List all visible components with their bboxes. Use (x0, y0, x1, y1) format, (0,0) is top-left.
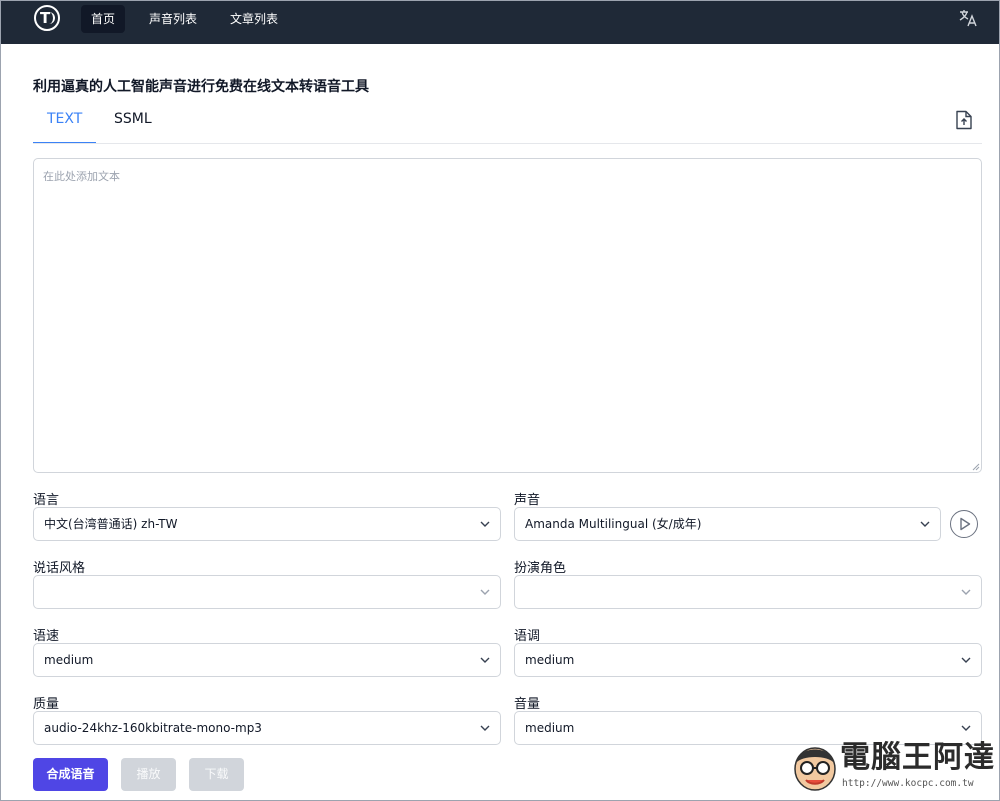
synthesize-button[interactable]: 合成语音 (33, 758, 108, 791)
rate-value: medium (44, 653, 94, 667)
chevron-down-icon (480, 725, 490, 731)
role-label: 扮演角色 (514, 561, 567, 576)
nav-article-list[interactable]: 文章列表 (220, 5, 288, 33)
pitch-label: 语调 (514, 629, 541, 644)
chevron-down-icon (480, 589, 490, 595)
watermark: 電腦王阿達 http://www.kocpc.com.tw (790, 737, 995, 797)
nav-home[interactable]: 首页 (81, 5, 126, 33)
chevron-down-icon (961, 657, 971, 663)
logo-wave (49, 12, 55, 24)
chevron-down-icon (480, 657, 490, 663)
rate-label: 语速 (33, 629, 60, 644)
style-label: 说话风格 (33, 561, 86, 576)
chevron-down-icon (961, 589, 971, 595)
page-title: 利用逼真的人工智能声音进行免费在线文本转语音工具 (33, 79, 369, 95)
volume-label: 音量 (514, 697, 541, 712)
rate-select[interactable]: medium (33, 643, 501, 677)
role-select[interactable] (514, 575, 982, 609)
quality-select[interactable]: audio-24khz-160kbitrate-mono-mp3 (33, 711, 501, 745)
voice-select[interactable]: Amanda Multilingual (女/成年) (514, 507, 941, 541)
top-navbar: T 首页 声音列表 文章列表 (1, 0, 999, 44)
volume-value: medium (525, 721, 575, 735)
tabs-divider (33, 143, 982, 144)
chevron-down-icon (480, 521, 490, 527)
play-icon (960, 517, 971, 531)
mascot-face-icon (794, 747, 836, 791)
play-button[interactable]: 播放 (121, 758, 176, 791)
watermark-name: 電腦王阿達 (840, 740, 995, 775)
language-label: 语言 (33, 493, 60, 508)
translate-icon[interactable] (958, 8, 978, 28)
tab-text[interactable]: TEXT (33, 110, 97, 144)
tab-ssml[interactable]: SSML (100, 110, 166, 144)
download-button[interactable]: 下载 (189, 758, 244, 791)
file-upload-icon[interactable] (955, 110, 973, 130)
style-select[interactable] (33, 575, 501, 609)
language-select[interactable]: 中文(台湾普通话) zh-TW (33, 507, 501, 541)
chevron-down-icon (920, 521, 930, 527)
watermark-url: http://www.kocpc.com.tw (842, 778, 974, 789)
resize-grip-icon[interactable] (970, 461, 980, 471)
preview-voice-button[interactable] (950, 510, 978, 538)
voice-label: 声音 (514, 493, 541, 508)
pitch-select[interactable]: medium (514, 643, 982, 677)
app-logo-icon[interactable]: T (34, 5, 60, 31)
pitch-value: medium (525, 653, 575, 667)
quality-value: audio-24khz-160kbitrate-mono-mp3 (44, 721, 262, 735)
quality-label: 质量 (33, 697, 60, 712)
text-input[interactable] (33, 158, 982, 473)
nav-voice-list[interactable]: 声音列表 (139, 5, 207, 33)
chevron-down-icon (961, 725, 971, 731)
language-value: 中文(台湾普通话) zh-TW (44, 517, 178, 531)
voice-value: Amanda Multilingual (女/成年) (525, 517, 702, 531)
